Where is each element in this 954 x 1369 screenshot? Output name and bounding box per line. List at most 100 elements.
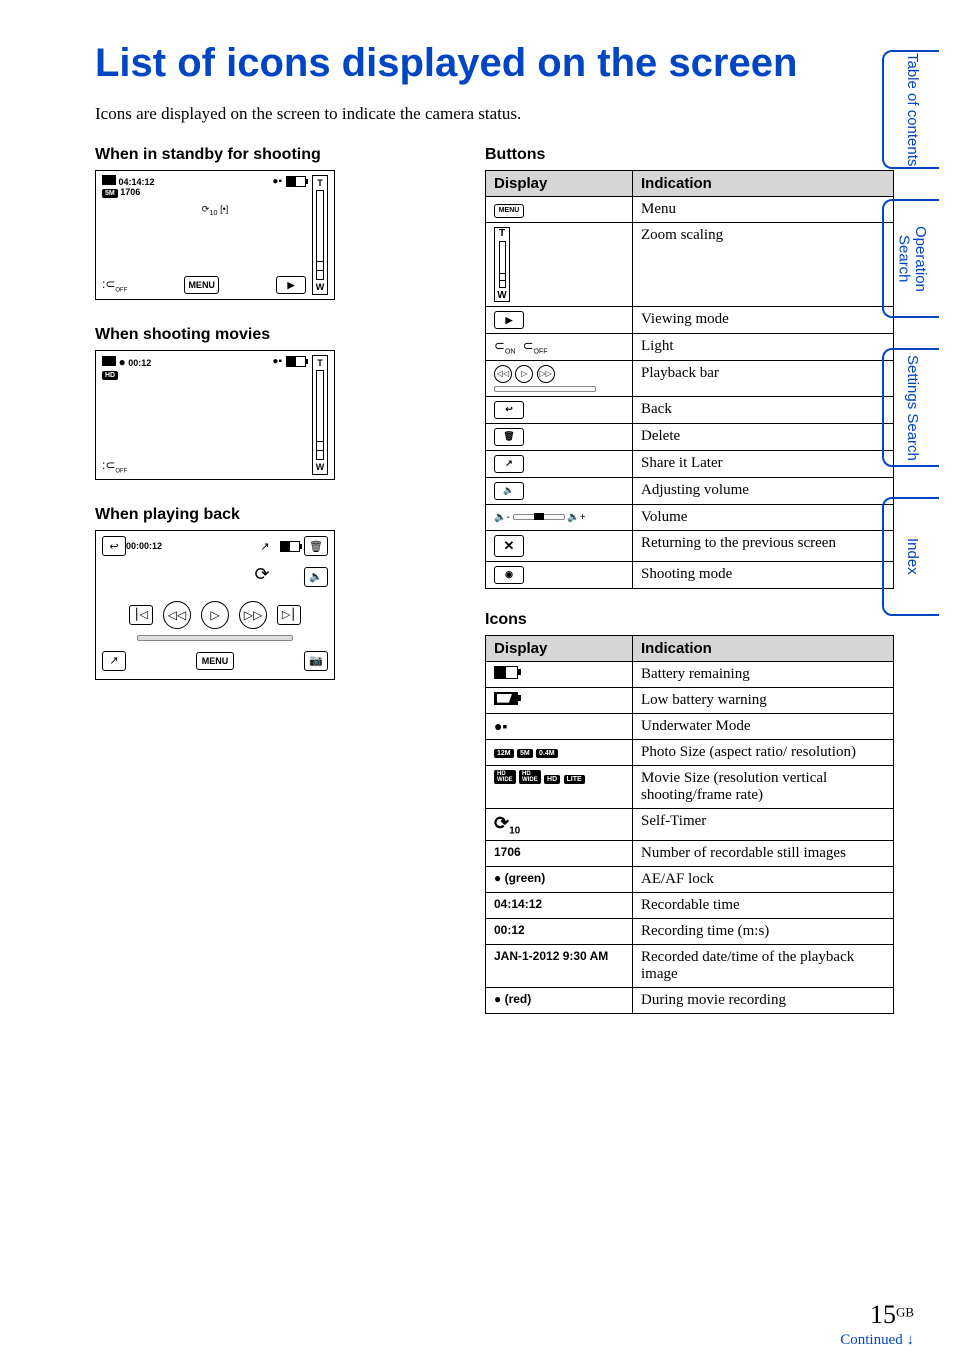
table-row: ◉ Shooting mode	[486, 561, 894, 588]
tab-toc[interactable]: Table of contents	[882, 50, 939, 169]
camera-button[interactable]: 📷	[304, 651, 328, 671]
record-dot-icon: ●	[119, 355, 126, 369]
table-row: TW Zoom scaling	[486, 223, 894, 307]
date-label: JAN-1-2012 9:30 AM	[486, 945, 633, 988]
table-row: ● (red) During movie recording	[486, 988, 894, 1014]
forward-button[interactable]: ▷▷	[239, 601, 267, 629]
table-row: ◁◁ ▷ ▷▷ Playback bar	[486, 360, 894, 396]
skip-end-button[interactable]: ▷⎮	[277, 605, 301, 625]
low-battery-icon	[494, 692, 518, 705]
red-dot-label: ● (red)	[486, 988, 633, 1014]
table-row: 1706 Number of recordable still images	[486, 841, 894, 867]
page-number: 15	[870, 1300, 896, 1329]
rewind-button[interactable]: ◁◁	[163, 601, 191, 629]
table-row: Low battery warning	[486, 687, 894, 713]
continued-label: Continued ↓	[840, 1332, 914, 1349]
heading-standby: When in standby for shooting	[95, 146, 435, 164]
speaker-icon: 🔈	[494, 482, 524, 500]
back-button[interactable]: ↩	[102, 536, 126, 556]
battery-icon	[286, 356, 306, 367]
zoom-w: W	[316, 462, 325, 472]
table-row: ⟳10 Self-Timer	[486, 808, 894, 841]
table-row: ⊂ON ⊂OFF Light	[486, 334, 894, 361]
th-indication: Indication	[633, 635, 894, 661]
movie-size-icons: HDWIDE HDWIDE HD LITE	[486, 765, 633, 808]
page-title: List of icons displayed on the screen	[95, 40, 894, 86]
table-row: 🗑 Delete	[486, 423, 894, 450]
zoom-t: T	[317, 358, 323, 368]
volume-bar-icon: 🔈- 🔈+	[494, 512, 586, 523]
play-button[interactable]: ▷	[201, 601, 229, 629]
playback-button[interactable]: ▶	[276, 276, 306, 294]
table-row: ✕ Returning to the previous screen	[486, 530, 894, 561]
share-icon: ↗	[254, 537, 276, 555]
heading-movies: When shooting movies	[95, 326, 435, 344]
recording-time-label: 00:12	[486, 919, 633, 945]
intro-text: Icons are displayed on the screen to ind…	[95, 104, 894, 124]
self-timer-icon: ⟳10	[494, 813, 520, 833]
camera-icon: ◉	[494, 566, 524, 584]
table-row: JAN-1-2012 9:30 AM Recorded date/time of…	[486, 945, 894, 988]
light-icon: :⊂OFF	[102, 277, 127, 293]
table-row: 🔈- 🔈+ Volume	[486, 504, 894, 530]
th-display: Display	[486, 171, 633, 197]
table-row: 🔈 Adjusting volume	[486, 477, 894, 504]
movie-chip: HD	[102, 371, 118, 380]
share-button[interactable]: ↗	[102, 651, 126, 671]
standby-size-chip: 5M	[102, 189, 118, 198]
camcorder-icon: ●▪	[272, 356, 282, 367]
standby-screenshot: 04:14:12 5M 1706 ⟳10 [•] ●▪ :⊂	[95, 170, 335, 300]
table-row: MENU Menu	[486, 197, 894, 223]
photo-size-icons: 12M 5M 0.4M	[486, 739, 633, 765]
playback-bar-icon: ◁◁ ▷ ▷▷	[494, 365, 624, 392]
battery-icon	[494, 666, 518, 679]
table-row: 04:14:12 Recordable time	[486, 893, 894, 919]
th-indication: Indication	[633, 171, 894, 197]
rec-time-label: 04:14:12	[486, 893, 633, 919]
table-row: ● (green) AE/AF lock	[486, 867, 894, 893]
menu-button[interactable]: MENU	[196, 652, 235, 670]
light-icon: :⊂OFF	[102, 458, 127, 474]
menu-icon: MENU	[494, 204, 524, 218]
count-label: 1706	[486, 841, 633, 867]
standby-count: 1706	[120, 187, 140, 197]
table-row: ↩ Back	[486, 396, 894, 423]
battery-icon	[286, 176, 306, 187]
volume-button[interactable]: 🔈	[304, 567, 328, 587]
table-row: 12M 5M 0.4M Photo Size (aspect ratio/ re…	[486, 739, 894, 765]
share-icon: ↗	[494, 455, 524, 473]
table-row: ↗ Share it Later	[486, 450, 894, 477]
th-display: Display	[486, 635, 633, 661]
zoom-bar[interactable]: T W	[312, 175, 328, 295]
underwater-icon: ●▪	[494, 718, 507, 734]
heading-icons: Icons	[485, 611, 894, 629]
table-row: ●▪ Underwater Mode	[486, 713, 894, 739]
green-dot-label: ● (green)	[486, 867, 633, 893]
table-row: ▶ Viewing mode	[486, 307, 894, 334]
skip-start-button[interactable]: ⎮◁	[129, 605, 153, 625]
menu-button[interactable]: MENU	[184, 276, 219, 294]
play-icon: ▶	[494, 311, 524, 329]
delete-icon: 🗑	[494, 428, 524, 446]
tab-operation-search[interactable]: Operation Search	[882, 199, 939, 318]
heading-playback: When playing back	[95, 506, 435, 524]
delete-button[interactable]: 🗑	[304, 536, 328, 556]
table-row: Battery remaining	[486, 661, 894, 687]
tab-settings-search[interactable]: Settings Search	[882, 348, 939, 467]
table-row: 00:12 Recording time (m:s)	[486, 919, 894, 945]
back-icon: ↩	[494, 401, 524, 419]
progress-bar[interactable]	[137, 635, 293, 641]
zoom-t: T	[317, 178, 323, 188]
zoom-bar[interactable]: T W	[312, 355, 328, 475]
close-icon: ✕	[494, 535, 524, 557]
standby-time: 04:14:12	[119, 177, 155, 187]
buttons-table: Display Indication MENU Menu TW Zoom sca…	[485, 170, 894, 589]
tab-index[interactable]: Index	[882, 497, 939, 616]
icons-table: Display Indication Battery remaining Low…	[485, 635, 894, 1015]
timer-icon: ⟳10 [•]	[202, 204, 229, 214]
movie-time: 00:12	[128, 358, 151, 368]
movie-screenshot: ● 00:12 HD ●▪ :⊂OFF	[95, 350, 335, 480]
playback-time: 00:00:12	[126, 541, 162, 551]
light-icon: ⊂ON ⊂OFF	[494, 338, 548, 353]
heading-buttons: Buttons	[485, 146, 894, 164]
